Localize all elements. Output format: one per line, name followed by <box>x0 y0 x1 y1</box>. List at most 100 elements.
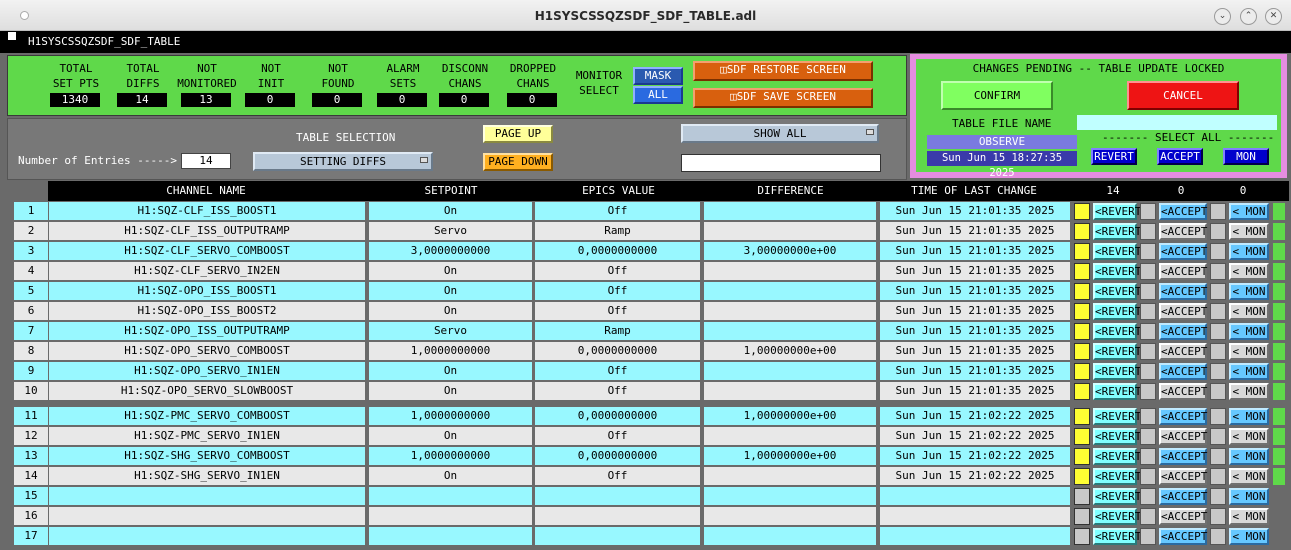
accept-button[interactable]: <ACCEPT <box>1159 343 1207 360</box>
revert-select-checkbox[interactable] <box>1074 223 1090 240</box>
revert-select-checkbox[interactable] <box>1074 468 1090 485</box>
mon-button[interactable]: < MON <box>1229 203 1269 220</box>
revert-button[interactable]: <REVERT <box>1093 243 1141 260</box>
revert-select-checkbox[interactable] <box>1074 323 1090 340</box>
accept-select-checkbox[interactable] <box>1140 508 1156 525</box>
revert-select-checkbox[interactable] <box>1074 448 1090 465</box>
accept-button[interactable]: <ACCEPT <box>1159 243 1207 260</box>
revert-button[interactable]: <REVERT <box>1093 468 1141 485</box>
mon-select-checkbox[interactable] <box>1210 203 1226 220</box>
accept-button[interactable]: <ACCEPT <box>1159 468 1207 485</box>
revert-select-checkbox[interactable] <box>1074 263 1090 280</box>
mon-select-checkbox[interactable] <box>1210 528 1226 545</box>
revert-select-checkbox[interactable] <box>1074 203 1090 220</box>
revert-button[interactable]: <REVERT <box>1093 303 1141 320</box>
accept-select-checkbox[interactable] <box>1140 223 1156 240</box>
revert-select-checkbox[interactable] <box>1074 303 1090 320</box>
mon-button[interactable]: < MON <box>1229 428 1269 445</box>
accept-button[interactable]: <ACCEPT <box>1159 508 1207 525</box>
accept-button[interactable]: <ACCEPT <box>1159 303 1207 320</box>
mon-select-checkbox[interactable] <box>1210 243 1226 260</box>
revert-button[interactable]: <REVERT <box>1093 283 1141 300</box>
accept-select-checkbox[interactable] <box>1140 343 1156 360</box>
confirm-button[interactable]: CONFIRM <box>941 81 1053 110</box>
accept-select-checkbox[interactable] <box>1140 468 1156 485</box>
mon-select-checkbox[interactable] <box>1210 363 1226 380</box>
revert-button[interactable]: <REVERT <box>1093 323 1141 340</box>
mon-button[interactable]: < MON <box>1229 383 1269 400</box>
close-icon[interactable]: ✕ <box>1265 8 1282 25</box>
revert-button[interactable]: <REVERT <box>1093 363 1141 380</box>
revert-button[interactable]: <REVERT <box>1093 343 1141 360</box>
mon-select-checkbox[interactable] <box>1210 508 1226 525</box>
revert-button[interactable]: <REVERT <box>1093 428 1141 445</box>
mon-select-checkbox[interactable] <box>1210 448 1226 465</box>
accept-select-checkbox[interactable] <box>1140 428 1156 445</box>
accept-select-checkbox[interactable] <box>1140 363 1156 380</box>
revert-select-checkbox[interactable] <box>1074 383 1090 400</box>
accept-button[interactable]: <ACCEPT <box>1159 223 1207 240</box>
page-up-button[interactable]: PAGE UP <box>483 125 553 143</box>
mon-button[interactable]: < MON <box>1229 223 1269 240</box>
maximize-icon[interactable]: ⌃ <box>1240 8 1257 25</box>
accept-select-checkbox[interactable] <box>1140 283 1156 300</box>
mon-button[interactable]: < MON <box>1229 243 1269 260</box>
mon-button[interactable]: < MON <box>1229 343 1269 360</box>
mon-select-checkbox[interactable] <box>1210 383 1226 400</box>
show-all-menu[interactable]: SHOW ALL <box>681 124 879 143</box>
filter-input[interactable] <box>681 154 881 172</box>
mon-button[interactable]: < MON <box>1229 528 1269 545</box>
cancel-button[interactable]: CANCEL <box>1127 81 1239 110</box>
mon-button[interactable]: < MON <box>1229 323 1269 340</box>
revert-select-checkbox[interactable] <box>1074 343 1090 360</box>
accept-button[interactable]: <ACCEPT <box>1159 488 1207 505</box>
mon-select-checkbox[interactable] <box>1210 408 1226 425</box>
accept-button[interactable]: <ACCEPT <box>1159 203 1207 220</box>
revert-button[interactable]: <REVERT <box>1093 263 1141 280</box>
accept-button[interactable]: <ACCEPT <box>1159 263 1207 280</box>
revert-button[interactable]: <REVERT <box>1093 448 1141 465</box>
accept-button[interactable]: <ACCEPT <box>1159 383 1207 400</box>
revert-button[interactable]: <REVERT <box>1093 383 1141 400</box>
accept-button[interactable]: <ACCEPT <box>1159 428 1207 445</box>
mask-button[interactable]: MASK <box>633 67 683 85</box>
sdf-save-screen-button[interactable]: ◫SDF SAVE SCREEN <box>693 88 873 108</box>
revert-button[interactable]: <REVERT <box>1093 203 1141 220</box>
mon-button[interactable]: < MON <box>1229 508 1269 525</box>
mon-select-checkbox[interactable] <box>1210 323 1226 340</box>
accept-select-checkbox[interactable] <box>1140 383 1156 400</box>
accept-select-checkbox[interactable] <box>1140 448 1156 465</box>
revert-button[interactable]: <REVERT <box>1093 223 1141 240</box>
revert-select-checkbox[interactable] <box>1074 408 1090 425</box>
revert-button[interactable]: <REVERT <box>1093 508 1141 525</box>
mon-button[interactable]: < MON <box>1229 263 1269 280</box>
revert-all-button[interactable]: REVERT <box>1091 148 1137 165</box>
mon-select-checkbox[interactable] <box>1210 468 1226 485</box>
accept-select-checkbox[interactable] <box>1140 528 1156 545</box>
mon-button[interactable]: < MON <box>1229 283 1269 300</box>
accept-button[interactable]: <ACCEPT <box>1159 363 1207 380</box>
all-button[interactable]: ALL <box>633 86 683 104</box>
revert-button[interactable]: <REVERT <box>1093 408 1141 425</box>
revert-button[interactable]: <REVERT <box>1093 528 1141 545</box>
revert-select-checkbox[interactable] <box>1074 528 1090 545</box>
revert-select-checkbox[interactable] <box>1074 508 1090 525</box>
accept-button[interactable]: <ACCEPT <box>1159 528 1207 545</box>
mon-button[interactable]: < MON <box>1229 488 1269 505</box>
mon-button[interactable]: < MON <box>1229 468 1269 485</box>
mon-button[interactable]: < MON <box>1229 408 1269 425</box>
mon-all-button[interactable]: MON <box>1223 148 1269 165</box>
accept-button[interactable]: <ACCEPT <box>1159 448 1207 465</box>
mon-select-checkbox[interactable] <box>1210 488 1226 505</box>
accept-button[interactable]: <ACCEPT <box>1159 408 1207 425</box>
accept-all-button[interactable]: ACCEPT <box>1157 148 1203 165</box>
mon-select-checkbox[interactable] <box>1210 263 1226 280</box>
revert-select-checkbox[interactable] <box>1074 243 1090 260</box>
revert-select-checkbox[interactable] <box>1074 363 1090 380</box>
accept-select-checkbox[interactable] <box>1140 243 1156 260</box>
accept-select-checkbox[interactable] <box>1140 203 1156 220</box>
table-selection-menu[interactable]: SETTING DIFFS <box>253 152 433 171</box>
mon-select-checkbox[interactable] <box>1210 283 1226 300</box>
accept-select-checkbox[interactable] <box>1140 488 1156 505</box>
mon-button[interactable]: < MON <box>1229 303 1269 320</box>
